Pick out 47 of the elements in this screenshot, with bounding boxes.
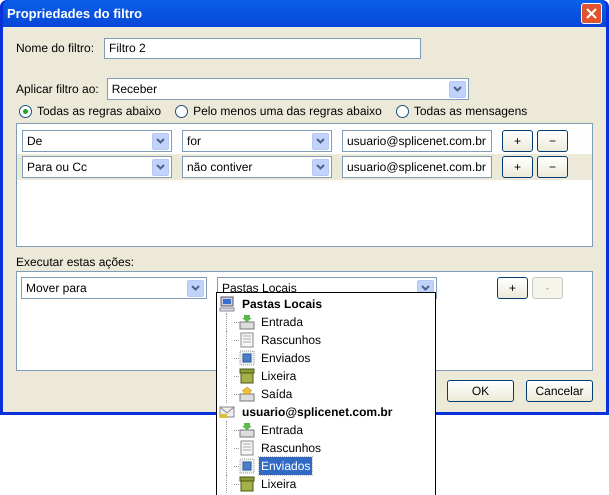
close-button[interactable] — [581, 3, 602, 24]
folder-item[interactable]: Rascunhos — [259, 331, 324, 349]
bin-icon — [239, 476, 255, 492]
radio-button[interactable] — [19, 104, 32, 118]
field-select[interactable]: Para ou Cc — [22, 156, 172, 178]
folder-item[interactable]: Rascunhos — [259, 439, 324, 457]
radio-label: Pelo menos uma das regras abaixo — [193, 103, 382, 120]
tray-icon — [239, 314, 255, 330]
apply-to-label: Aplicar filtro ao: — [16, 81, 99, 98]
operator-select[interactable]: não contiver — [182, 156, 332, 178]
folder-item[interactable]: Entrada — [259, 421, 306, 439]
add-rule-button[interactable]: + — [502, 130, 533, 152]
radio-button[interactable] — [396, 104, 409, 118]
operator-select[interactable]: for — [182, 130, 332, 152]
actions-label: Executar estas ações: — [16, 254, 136, 271]
folder-item[interactable]: Lixeira — [259, 475, 298, 493]
computer-icon — [219, 296, 235, 312]
folder-item[interactable]: Saída — [259, 385, 294, 403]
folder-group[interactable]: usuario@splicenet.com.br — [241, 403, 394, 421]
field-select[interactable]: De — [22, 130, 172, 152]
filter-name-label: Nome do filtro: — [16, 40, 94, 57]
apply-to-select[interactable]: Receber — [106, 78, 469, 100]
folder-item[interactable]: Enviados — [259, 349, 312, 367]
value-field[interactable]: usuario@splicenet.com.br — [342, 130, 492, 152]
add-action-button[interactable]: + — [497, 277, 528, 299]
bin-icon — [239, 368, 255, 384]
folder-item[interactable]: Entrada — [259, 313, 306, 331]
action-select[interactable]: Mover para — [21, 277, 207, 299]
folder-item[interactable]: Lixeira — [259, 367, 298, 385]
value-field[interactable]: usuario@splicenet.com.br — [342, 156, 492, 178]
window-title: Propriedades do filtro — [7, 4, 144, 23]
tray-icon — [239, 422, 255, 438]
envelope-icon — [219, 404, 235, 420]
radio-button[interactable] — [175, 104, 188, 118]
ok-button[interactable]: OK — [447, 380, 514, 402]
cancel-button[interactable]: Cancelar — [526, 380, 593, 402]
page-icon — [239, 440, 255, 456]
folder-item[interactable]: Enviados — [259, 457, 312, 475]
page-icon — [239, 332, 255, 348]
tray-icon — [239, 386, 255, 402]
add-rule-button[interactable]: + — [502, 156, 533, 178]
close-icon — [586, 8, 597, 19]
radio-label: Todas as mensagens — [414, 103, 528, 120]
remove-rule-button[interactable]: − — [537, 130, 568, 152]
radio-label: Todas as regras abaixo — [37, 103, 162, 120]
filter-name-field[interactable]: Filtro 2 — [104, 38, 422, 58]
remove-rule-button[interactable]: − — [537, 156, 568, 178]
